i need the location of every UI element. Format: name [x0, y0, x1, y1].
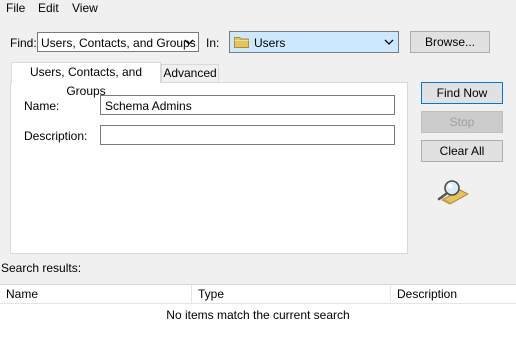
- menu-view[interactable]: View: [70, 1, 100, 15]
- magnifier-icon: [437, 180, 469, 205]
- stop-button[interactable]: Stop: [421, 111, 503, 133]
- find-label: Find:: [10, 36, 37, 50]
- menu-bar: File Edit View: [0, 0, 516, 18]
- search-results-list[interactable]: Name Type Description No items match the…: [0, 284, 516, 352]
- description-field[interactable]: [100, 125, 395, 145]
- name-field[interactable]: Schema Admins: [100, 95, 395, 115]
- name-field-value: Schema Admins: [105, 99, 192, 113]
- menu-file[interactable]: File: [4, 1, 27, 15]
- search-results-label: Search results:: [1, 261, 82, 275]
- find-now-button[interactable]: Find Now: [421, 82, 503, 104]
- column-header-description[interactable]: Description: [391, 285, 516, 304]
- browse-button[interactable]: Browse...: [410, 31, 490, 53]
- column-header-name[interactable]: Name: [0, 285, 192, 304]
- clear-all-button[interactable]: Clear All: [421, 140, 503, 162]
- empty-results-message: No items match the current search: [166, 308, 350, 322]
- in-label: In:: [206, 36, 220, 50]
- menu-edit[interactable]: Edit: [36, 1, 61, 15]
- tab-advanced[interactable]: Advanced: [161, 64, 219, 82]
- search-criteria-panel: Name: Schema Admins Description:: [10, 82, 408, 254]
- chevron-down-icon: [184, 39, 194, 45]
- description-label: Description:: [24, 129, 88, 143]
- find-type-value: Users, Contacts, and Groups: [41, 36, 196, 50]
- in-location-value: Users: [254, 36, 286, 50]
- column-header-type[interactable]: Type: [192, 285, 391, 304]
- chevron-down-icon: [384, 39, 394, 45]
- find-type-select[interactable]: Users, Contacts, and Groups: [37, 32, 199, 52]
- in-location-select[interactable]: Users: [229, 31, 399, 53]
- tab-users-contacts-groups[interactable]: Users, Contacts, and Groups: [11, 62, 161, 98]
- name-label: Name:: [24, 99, 60, 113]
- folder-icon: [234, 37, 249, 48]
